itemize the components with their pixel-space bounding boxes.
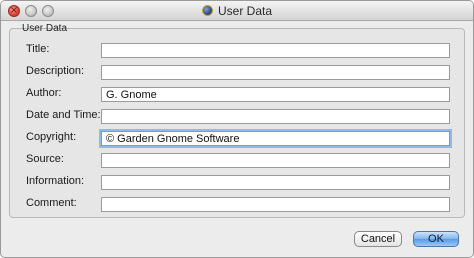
- window-title: User Data: [217, 4, 273, 18]
- group-label: User Data: [22, 23, 68, 34]
- title-field[interactable]: [101, 43, 450, 58]
- cancel-button[interactable]: Cancel: [354, 231, 402, 247]
- comment-label: Comment:: [26, 197, 77, 209]
- copyright-label: Copyright:: [26, 131, 77, 143]
- date-time-field[interactable]: [101, 109, 450, 124]
- comment-field[interactable]: [101, 197, 450, 212]
- app-icon: [201, 5, 213, 16]
- description-field[interactable]: [101, 65, 450, 80]
- ok-button[interactable]: OK: [413, 231, 459, 247]
- window-title-container: User Data: [1, 4, 473, 18]
- information-label: Information:: [26, 175, 85, 187]
- information-field[interactable]: [101, 175, 450, 190]
- author-field[interactable]: [101, 87, 450, 102]
- description-label: Description:: [26, 65, 85, 77]
- user-data-dialog: × User Data User Data Title: Description…: [0, 0, 474, 258]
- copyright-field[interactable]: [101, 131, 450, 146]
- author-label: Author:: [26, 87, 62, 99]
- source-label: Source:: [26, 153, 64, 165]
- source-field[interactable]: [101, 153, 450, 168]
- title-bar[interactable]: × User Data: [1, 1, 473, 21]
- date-time-label: Date and Time:: [26, 109, 101, 121]
- title-label: Title:: [26, 43, 50, 55]
